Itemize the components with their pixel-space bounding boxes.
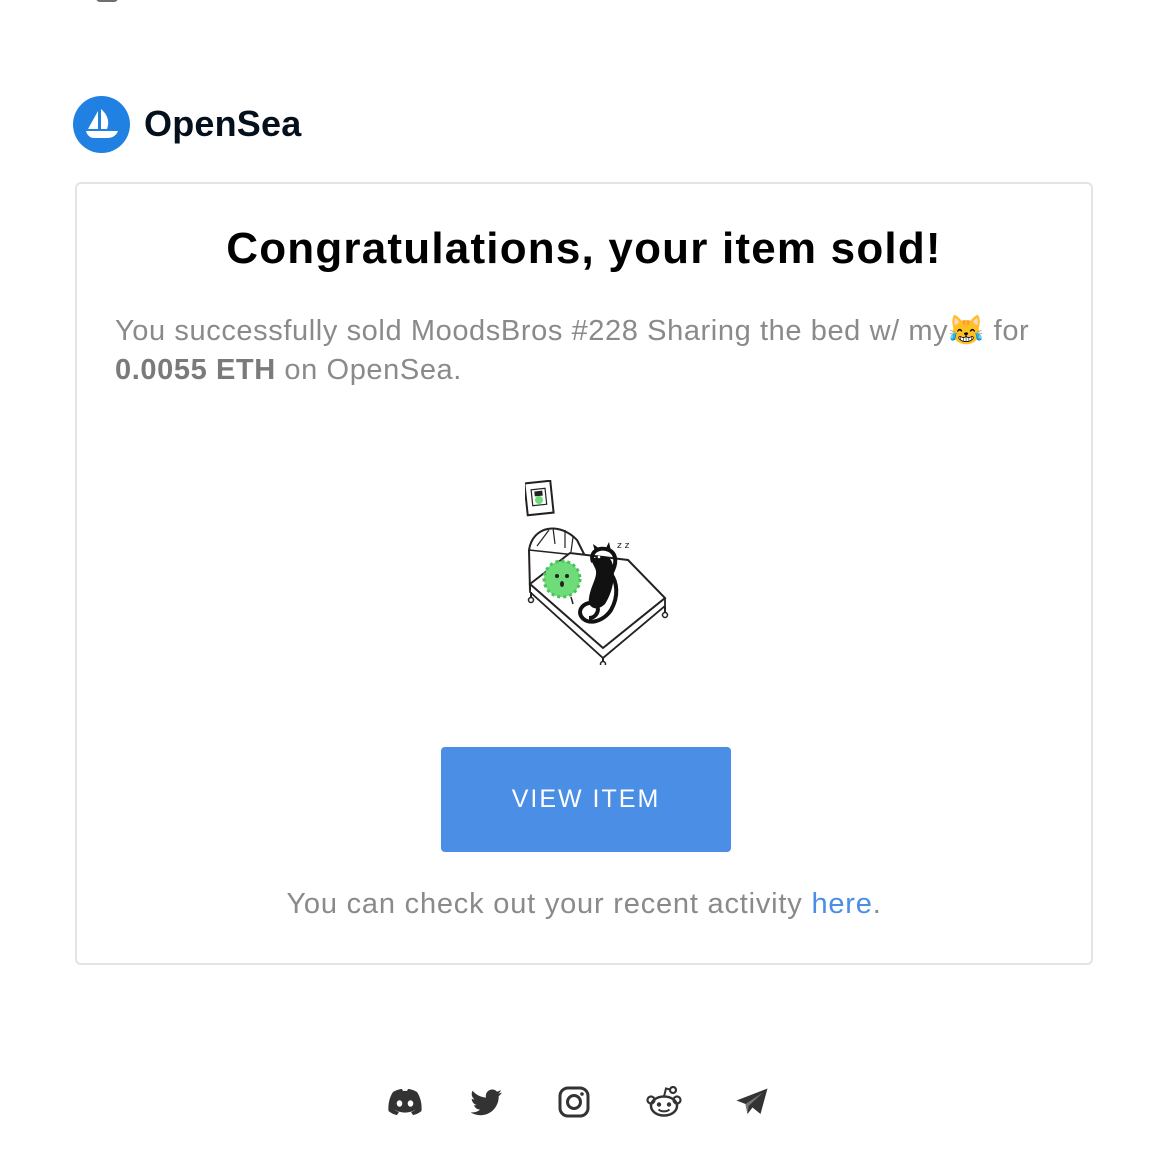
activity-suffix: . [872, 888, 882, 920]
activity-link[interactable]: here [811, 888, 872, 920]
view-item-button[interactable]: VIEW ITEM [441, 747, 731, 852]
message-middle: for [985, 315, 1030, 347]
social-links [385, 1082, 772, 1122]
activity-text: You can check out your recent activity [286, 888, 812, 920]
discord-icon[interactable] [385, 1082, 425, 1122]
twitter-icon[interactable] [467, 1082, 507, 1122]
svg-text:z z: z z [617, 541, 630, 551]
sale-message: You successfully sold MoodsBros #228 Sha… [115, 312, 1055, 390]
top-edge-fragment [96, 0, 118, 2]
nft-item-image[interactable]: z z [523, 479, 670, 668]
item-name: MoodsBros #228 Sharing the bed w/ my😹 [410, 315, 985, 347]
opensea-ship-icon [73, 95, 130, 153]
message-suffix: on OpenSea. [275, 354, 462, 386]
sale-price: 0.0055 ETH [115, 354, 276, 386]
sale-notification-card: Congratulations, your item sold! You suc… [75, 182, 1093, 965]
telegram-icon[interactable] [732, 1082, 772, 1122]
brand-name: OpenSea [144, 103, 302, 144]
instagram-icon[interactable] [554, 1082, 594, 1122]
opensea-logo[interactable]: OpenSea [73, 95, 301, 153]
message-prefix: You successfully sold [115, 315, 411, 347]
reddit-icon[interactable] [644, 1082, 684, 1122]
recent-activity-text: You can check out your recent activity h… [77, 888, 1091, 921]
headline: Congratulations, your item sold! [226, 224, 942, 273]
